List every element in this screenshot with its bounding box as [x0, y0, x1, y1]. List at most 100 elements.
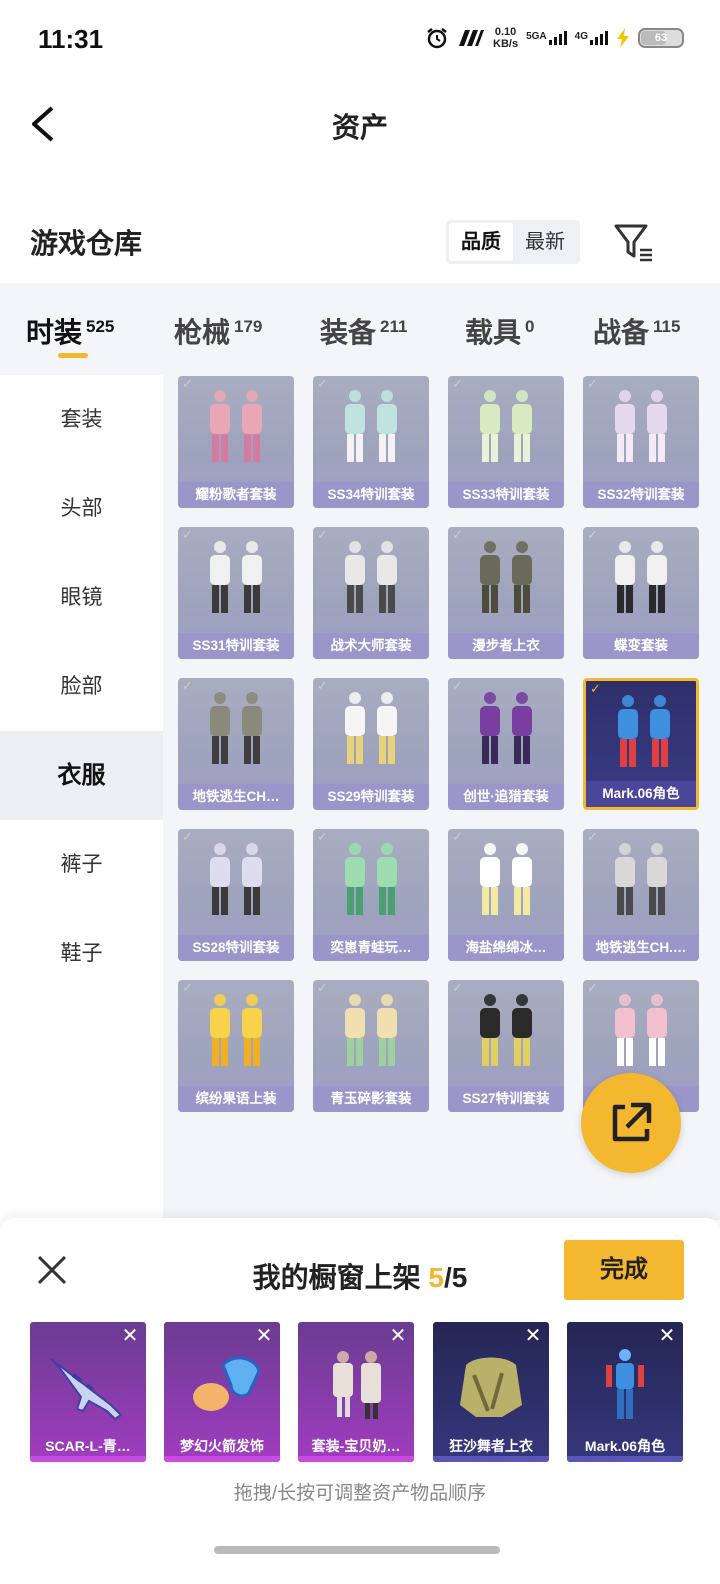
item-thumbnail	[591, 535, 691, 627]
grid-item[interactable]: ✓ 缤纷果语上装	[178, 980, 294, 1112]
owned-check-icon: ✓	[182, 829, 193, 844]
sidebar-item-shoes[interactable]: 鞋子	[0, 909, 163, 998]
showcase-item[interactable]: ✕ Mark.06角色	[567, 1322, 683, 1462]
category-tabs: 时装 525 枪械 179 装备 211 载具 0 战备 115	[0, 283, 720, 375]
signal-4g: 4G	[575, 31, 608, 45]
grid-item-label: Mark.06角色	[586, 781, 696, 807]
tab-supplies[interactable]: 战备 115	[593, 311, 680, 351]
owned-check-icon: ✓	[452, 980, 463, 995]
grid-item-label: 蝶变套装	[583, 633, 699, 659]
grid-item-label: SS28特训套装	[178, 935, 294, 961]
warehouse-header: 游戏仓库 品质 最新	[0, 220, 720, 280]
item-thumbnail	[172, 1340, 272, 1430]
item-thumbnail	[591, 988, 691, 1080]
grid-item[interactable]: ✓ SS29特训套装	[313, 678, 429, 810]
item-thumbnail	[591, 384, 691, 476]
grid-item-label: 奕崽青蛙玩…	[313, 935, 429, 961]
sidebar-item-sets[interactable]: 套装	[0, 375, 163, 464]
item-thumbnail	[456, 686, 556, 778]
item-thumbnail	[306, 1340, 406, 1430]
grid-item[interactable]: ✓ 地铁逃生CH…	[178, 678, 294, 810]
subcategory-sidebar: 套装 头部 眼镜 脸部 衣服 裤子 鞋子	[0, 375, 163, 1220]
filter-icon[interactable]	[612, 220, 656, 264]
sidebar-item-face[interactable]: 脸部	[0, 642, 163, 731]
grid-item[interactable]: ✓ 耀粉歌者套装	[178, 376, 294, 508]
grid-item[interactable]: ✓ 地铁逃生CH.…	[583, 829, 699, 961]
owned-check-icon: ✓	[587, 527, 598, 542]
showcase-item[interactable]: ✕ 套装-宝贝奶…	[298, 1322, 414, 1462]
network-speed: 0.10 KB/s	[493, 26, 519, 50]
grid-item[interactable]: ✓ 漫步者上衣	[448, 527, 564, 659]
owned-check-icon: ✓	[182, 678, 193, 693]
remove-item-icon[interactable]: ✕	[118, 1324, 142, 1348]
owned-check-icon: ✓	[590, 681, 601, 696]
remove-item-icon[interactable]: ✕	[655, 1324, 679, 1348]
showcase-item-label: 套装-宝贝奶…	[311, 1438, 401, 1454]
remove-item-icon[interactable]: ✕	[252, 1324, 276, 1348]
owned-check-icon: ✓	[182, 980, 193, 995]
showcase-item-label: 狂沙舞者上衣	[449, 1438, 533, 1454]
owned-check-icon: ✓	[587, 980, 598, 995]
item-thumbnail	[186, 686, 286, 778]
remove-item-icon[interactable]: ✕	[521, 1324, 545, 1348]
grid-item[interactable]: ✓ SS32特训套装	[583, 376, 699, 508]
grid-item-label: 漫步者上衣	[448, 633, 564, 659]
item-thumbnail	[38, 1340, 138, 1430]
owned-check-icon: ✓	[452, 527, 463, 542]
tab-equipment[interactable]: 装备 211	[320, 311, 407, 351]
tab-vehicles[interactable]: 载具 0	[465, 311, 534, 351]
grid-item-label: 耀粉歌者套装	[178, 482, 294, 508]
item-thumbnail	[594, 689, 694, 781]
share-button[interactable]	[581, 1073, 681, 1173]
home-indicator[interactable]	[214, 1546, 500, 1554]
sidebar-item-clothes[interactable]: 衣服	[0, 731, 163, 820]
grid-item[interactable]: ✓ SS31特训套装	[178, 527, 294, 659]
sort-latest-button[interactable]: 最新	[513, 223, 577, 261]
grid-item[interactable]: ✓ 海盐绵绵冰…	[448, 829, 564, 961]
grid-item[interactable]: ✓ SS28特训套装	[178, 829, 294, 961]
grid-item-label: 战术大师套装	[313, 633, 429, 659]
owned-check-icon: ✓	[317, 678, 328, 693]
item-thumbnail	[591, 837, 691, 929]
item-thumbnail	[186, 384, 286, 476]
grid-item[interactable]: ✓ 战术大师套装	[313, 527, 429, 659]
showcase-item[interactable]: ✕ 狂沙舞者上衣	[433, 1322, 549, 1462]
showcase-item-label: 梦幻火箭发饰	[180, 1438, 264, 1454]
owned-check-icon: ✓	[587, 376, 598, 391]
grid-item-label: 海盐绵绵冰…	[448, 935, 564, 961]
showcase-item-label: SCAR-L-青…	[45, 1438, 131, 1454]
remove-item-icon[interactable]: ✕	[386, 1324, 410, 1348]
app-logo-icon	[459, 30, 485, 46]
sort-quality-button[interactable]: 品质	[449, 223, 513, 261]
grid-item[interactable]: ✓ SS27特训套装	[448, 980, 564, 1112]
grid-item[interactable]: ✓ 创世·追猎套装	[448, 678, 564, 810]
owned-check-icon: ✓	[452, 376, 463, 391]
grid-item[interactable]: ✓ SS34特训套装	[313, 376, 429, 508]
item-thumbnail	[575, 1340, 675, 1430]
item-thumbnail	[456, 535, 556, 627]
showcase-item[interactable]: ✕ SCAR-L-青…	[30, 1322, 146, 1462]
item-thumbnail	[321, 686, 421, 778]
grid-item[interactable]: ✓ SS33特训套装	[448, 376, 564, 508]
grid-item-label: 青玉碎影套装	[313, 1086, 429, 1112]
sidebar-item-pants[interactable]: 裤子	[0, 820, 163, 909]
showcase-panel: 我的橱窗上架 5/5 完成 ✕ SCAR-L-青… ✕ 梦幻火箭发饰 ✕ 套装-…	[0, 1218, 720, 1584]
grid-item[interactable]: ✓ 奕崽青蛙玩…	[313, 829, 429, 961]
grid-item-label: SS34特训套装	[313, 482, 429, 508]
tab-fashion[interactable]: 时装 525	[26, 311, 114, 351]
grid-item-label: SS32特训套装	[583, 482, 699, 508]
owned-check-icon: ✓	[317, 527, 328, 542]
showcase-item[interactable]: ✕ 梦幻火箭发饰	[164, 1322, 280, 1462]
item-thumbnail	[321, 384, 421, 476]
warehouse-title: 游戏仓库	[30, 228, 143, 259]
grid-item[interactable]: ✓ 青玉碎影套装	[313, 980, 429, 1112]
tab-guns[interactable]: 枪械 179	[174, 311, 262, 351]
item-thumbnail	[321, 535, 421, 627]
sidebar-item-glasses[interactable]: 眼镜	[0, 553, 163, 642]
grid-item[interactable]: ✓ Mark.06角色	[583, 678, 699, 810]
item-thumbnail	[321, 837, 421, 929]
grid-item[interactable]: ✓ 蝶变套装	[583, 527, 699, 659]
done-button[interactable]: 完成	[564, 1240, 684, 1300]
sidebar-item-head[interactable]: 头部	[0, 464, 163, 553]
owned-check-icon: ✓	[317, 980, 328, 995]
